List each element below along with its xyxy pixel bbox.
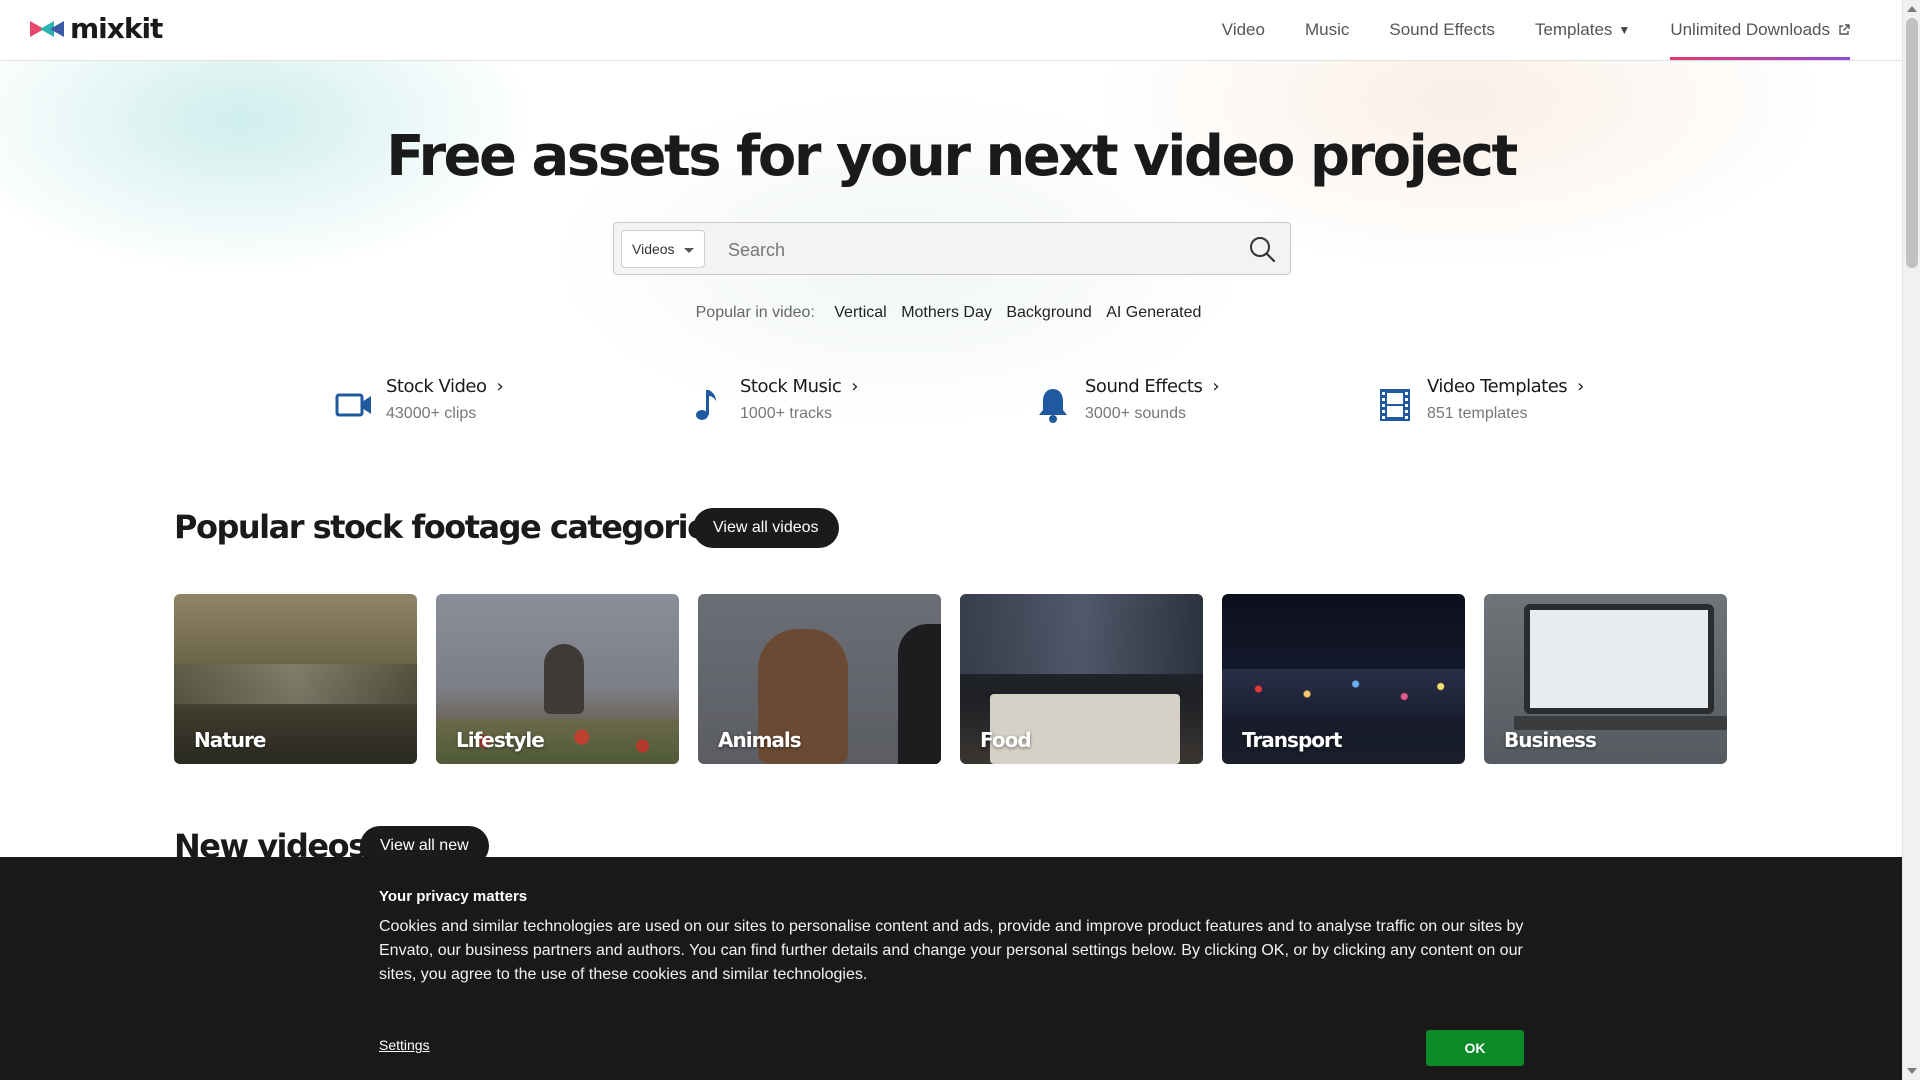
- business-image-laptop: [1524, 604, 1714, 714]
- vertical-scrollbar[interactable]: [1902, 0, 1920, 1080]
- logo-mark-icon: [30, 21, 64, 37]
- popular-tag[interactable]: Mothers Day: [901, 304, 992, 321]
- caret-down-icon: [684, 248, 694, 253]
- categories-title: Popular stock footage categories: [174, 508, 726, 546]
- nav-templates[interactable]: Templates ▼: [1535, 0, 1630, 60]
- search-category-value: Videos: [632, 241, 675, 257]
- site-header: mixkit Video Music Sound Effects Templat…: [0, 0, 1902, 61]
- film-strip-icon: [1380, 389, 1410, 421]
- transport-image-city-lights: [1222, 669, 1465, 719]
- view-all-videos-button[interactable]: View all videos: [693, 508, 839, 548]
- category-label: Transport: [1242, 728, 1342, 752]
- music-note-icon: [696, 390, 716, 420]
- scroll-up-arrow-icon[interactable]: [1907, 6, 1917, 12]
- quick-link-stock-music[interactable]: Stock Music › 1000+ tracks: [688, 373, 858, 425]
- quick-link-stock-video[interactable]: Stock Video › 43000+ clips: [334, 373, 504, 425]
- chevron-right-icon: ›: [1577, 376, 1584, 397]
- scroll-thumb[interactable]: [1906, 18, 1918, 268]
- food-image-window: [960, 594, 1203, 674]
- category-card-lifestyle[interactable]: Lifestyle: [436, 594, 679, 764]
- animals-image-black-dog: [898, 624, 941, 764]
- nav-video[interactable]: Video: [1222, 0, 1265, 60]
- quick-link-title: Video Templates: [1427, 376, 1568, 397]
- quick-link-sound-effects[interactable]: Sound Effects › 3000+ sounds: [1033, 373, 1220, 425]
- popular-tag[interactable]: Background: [1006, 304, 1091, 321]
- quick-link-subtitle: 851 templates: [1427, 405, 1528, 422]
- search-icon[interactable]: [1248, 235, 1276, 263]
- popular-tags: Popular in video: Vertical Mothers Day B…: [0, 304, 1902, 322]
- main-nav: Video Music Sound Effects Templates ▼ Un…: [1182, 0, 1850, 60]
- quick-link-video-templates[interactable]: Video Templates › 851 templates: [1375, 373, 1584, 425]
- quick-link-title: Stock Video: [386, 376, 487, 397]
- category-card-food[interactable]: Food: [960, 594, 1203, 764]
- nav-video-label: Video: [1221, 20, 1265, 39]
- popular-label: Popular in video:: [695, 304, 815, 321]
- nav-sound-effects[interactable]: Sound Effects: [1389, 0, 1495, 60]
- category-cards: Nature Lifestyle Animals Food Transport …: [174, 594, 1727, 764]
- quick-link-subtitle: 3000+ sounds: [1085, 405, 1186, 422]
- hero-title: Free assets for your next video project: [386, 124, 1518, 189]
- scroll-down-arrow-icon[interactable]: [1907, 1068, 1917, 1074]
- caret-down-icon: ▼: [1618, 23, 1631, 37]
- lifestyle-image-person: [544, 644, 584, 714]
- search-category-select[interactable]: Videos: [621, 230, 705, 268]
- nav-music[interactable]: Music: [1305, 0, 1349, 60]
- category-label: Animals: [718, 728, 802, 752]
- cookie-ok-button[interactable]: OK: [1426, 1030, 1524, 1066]
- chevron-right-icon: ›: [1212, 376, 1220, 397]
- nature-image-water: [174, 664, 417, 704]
- cookie-text: Cookies and similar technologies are use…: [379, 918, 1524, 983]
- category-card-transport[interactable]: Transport: [1222, 594, 1465, 764]
- quick-link-subtitle: 43000+ clips: [386, 405, 477, 422]
- quick-link-subtitle: 1000+ tracks: [740, 405, 833, 422]
- nav-unlimited-downloads[interactable]: Unlimited Downloads: [1670, 0, 1850, 60]
- search-bar: Videos: [613, 222, 1291, 275]
- nav-sound-effects-label: Sound Effects: [1389, 20, 1495, 39]
- logo-text: mixkit: [70, 12, 163, 45]
- chevron-right-icon: ›: [496, 376, 504, 397]
- category-label: Food: [980, 728, 1032, 752]
- category-card-nature[interactable]: Nature: [174, 594, 417, 764]
- category-label: Nature: [194, 728, 266, 752]
- quick-link-title: Sound Effects: [1085, 376, 1203, 397]
- cookie-title: Your privacy matters: [379, 888, 528, 905]
- category-card-business[interactable]: Business: [1484, 594, 1727, 764]
- category-label: Business: [1504, 728, 1597, 752]
- nav-templates-label: Templates: [1534, 20, 1613, 39]
- search-input[interactable]: [728, 235, 1208, 265]
- popular-tag[interactable]: AI Generated: [1106, 304, 1201, 321]
- cookie-settings-link[interactable]: Settings: [379, 1037, 430, 1053]
- chevron-right-icon: ›: [851, 376, 858, 397]
- nav-music-label: Music: [1304, 20, 1350, 39]
- page: mixkit Video Music Sound Effects Templat…: [0, 0, 1902, 1080]
- nav-unlimited-downloads-label: Unlimited Downloads: [1670, 20, 1830, 39]
- quick-link-title: Stock Music: [740, 376, 842, 397]
- category-card-animals[interactable]: Animals: [698, 594, 941, 764]
- bell-icon: [1039, 389, 1067, 423]
- category-label: Lifestyle: [456, 728, 545, 752]
- video-camera-icon: [335, 393, 371, 417]
- external-link-icon: [1839, 24, 1850, 35]
- popular-tag[interactable]: Vertical: [834, 304, 886, 321]
- logo[interactable]: mixkit: [30, 12, 163, 45]
- cookie-banner: Your privacy matters Cookies and similar…: [0, 857, 1902, 1080]
